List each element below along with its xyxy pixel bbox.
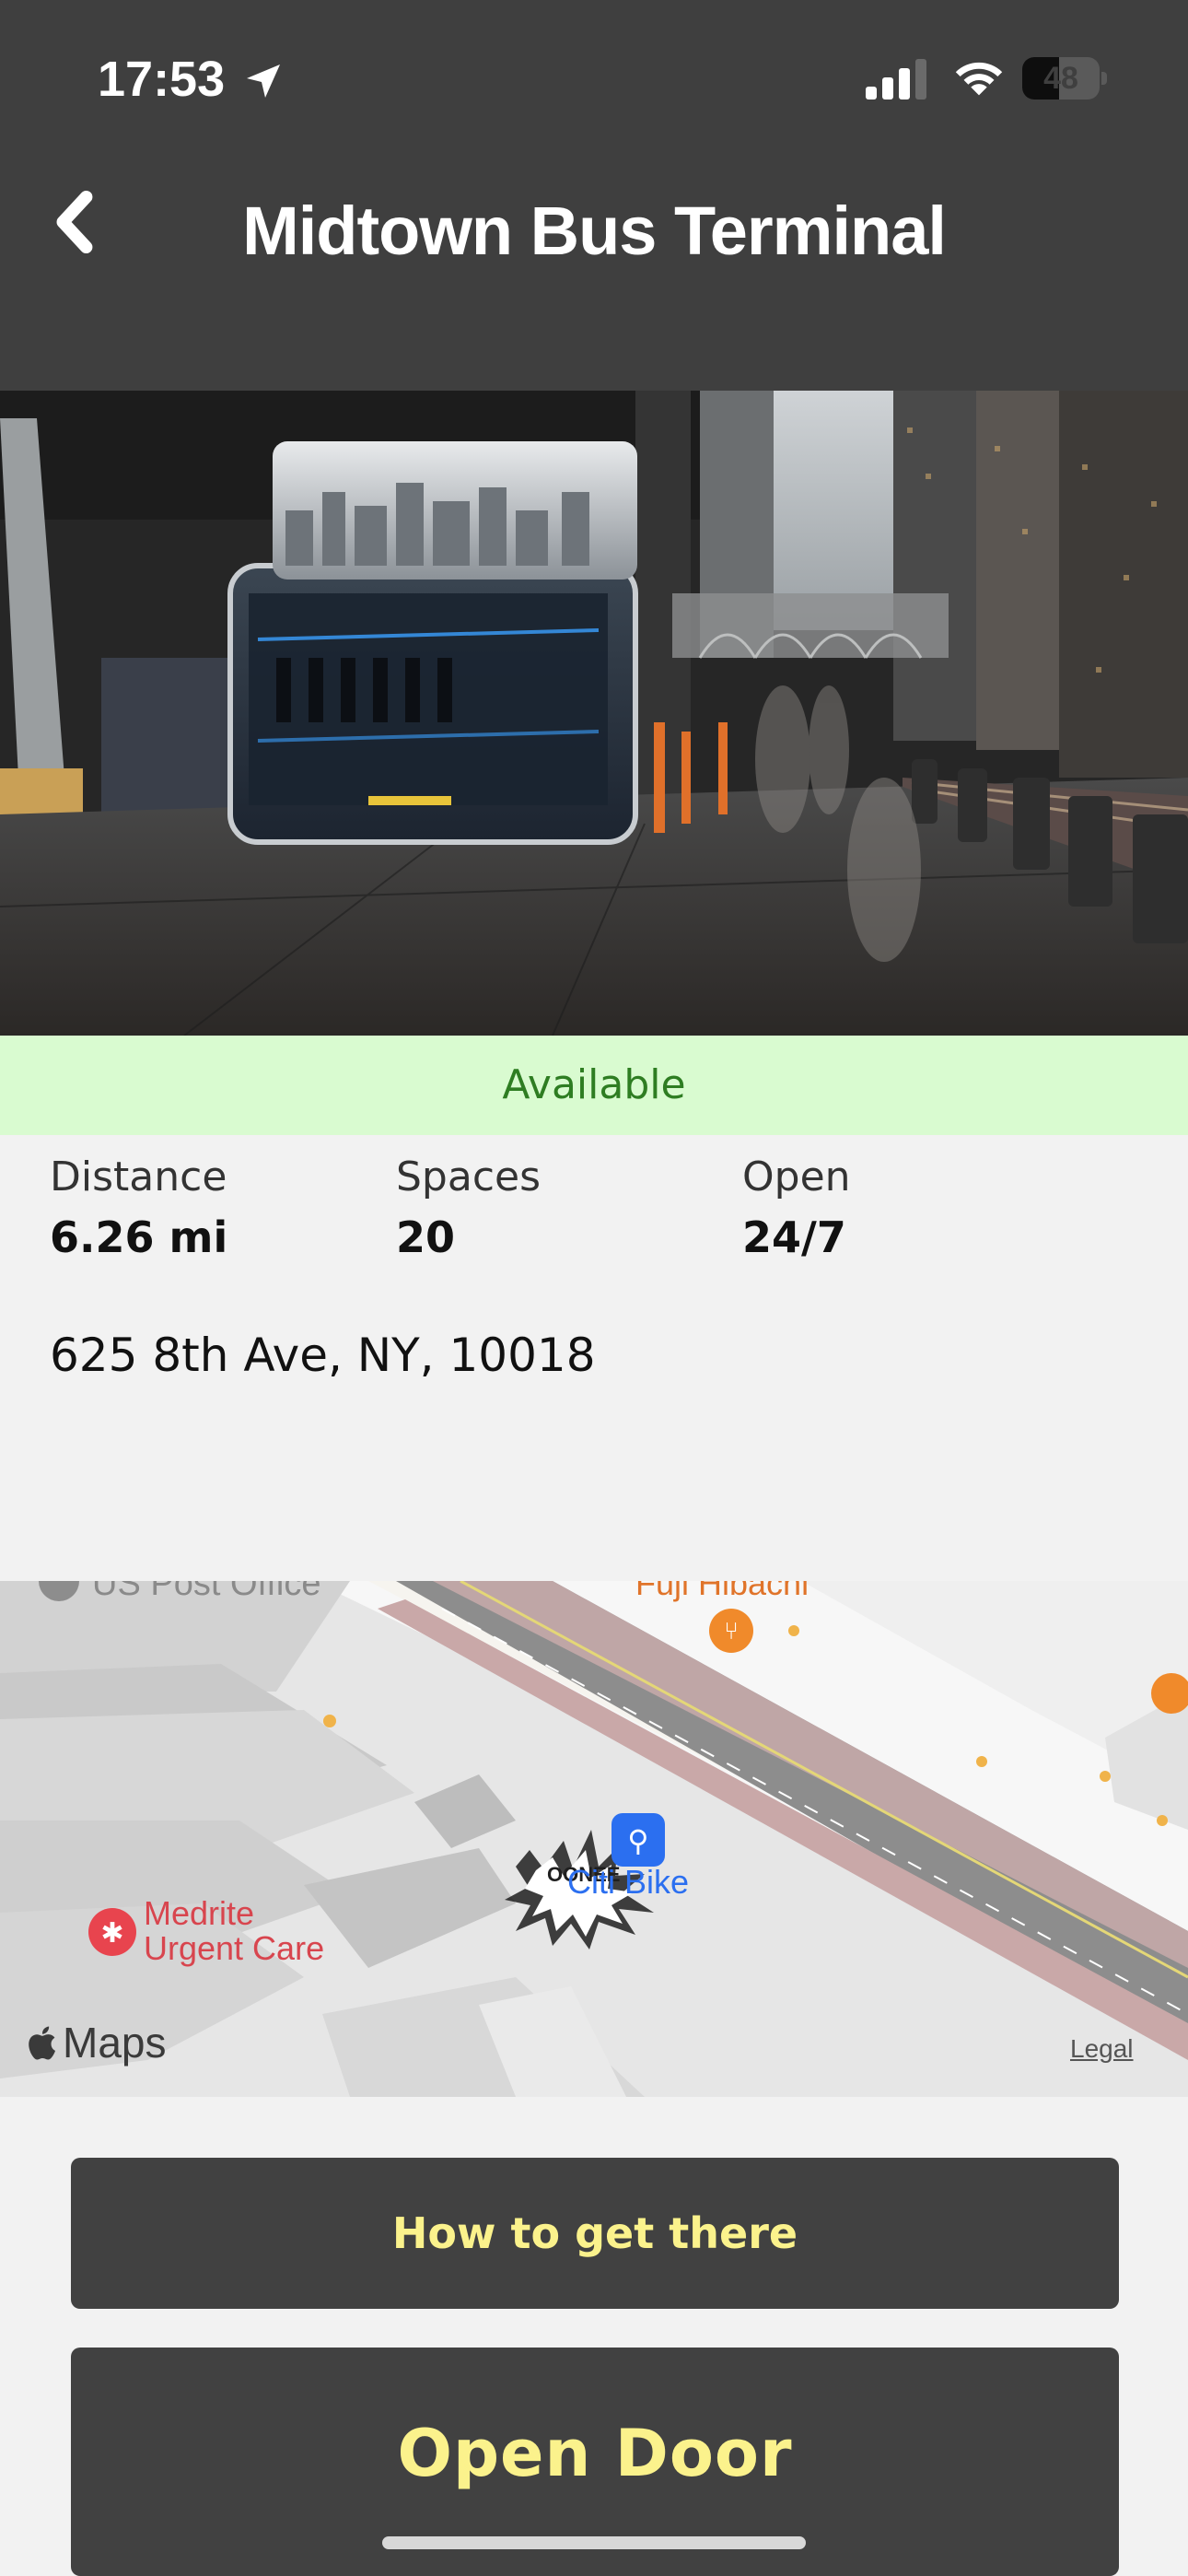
location-map[interactable]: ⑂ ✱ ⚲ US Post Office Fuji Hibachi Medrit…: [0, 1581, 1188, 2097]
spaces-value: 20: [396, 1212, 456, 1262]
spaces-label: Spaces: [396, 1153, 542, 1200]
maps-label: Maps: [63, 2019, 167, 2067]
header-bar: 17:53 48 Midtown Bus Terminal: [0, 0, 1188, 391]
cellular-signal-icon: [866, 59, 926, 100]
hours-label: Open: [742, 1153, 851, 1200]
chevron-left-icon: [56, 190, 93, 254]
address: 625 8th Ave, NY, 10018: [50, 1329, 596, 1382]
location-arrow-icon: [247, 64, 280, 98]
svg-text:⑂: ⑂: [724, 1618, 739, 1645]
maps-attribution[interactable]: Maps: [28, 2018, 166, 2067]
apple-logo-icon: [29, 2026, 55, 2060]
directions-button[interactable]: How to get there: [71, 2158, 1119, 2309]
urgent-care-line1: Medrite: [144, 1894, 255, 1932]
location-photo: [0, 391, 1188, 1036]
map-label-post-office[interactable]: US Post Office: [92, 1581, 321, 1604]
hours-info: Open 24/7: [742, 1150, 1074, 1270]
distance-value: 6.26 mi: [50, 1212, 228, 1262]
map-label-restaurant[interactable]: Fuji Hibachi: [635, 1581, 809, 1603]
status-time: 17:53: [98, 52, 226, 107]
urgent-care-line2: Urgent Care: [144, 1929, 325, 1967]
back-button[interactable]: [28, 181, 120, 263]
battery-icon: 48: [1022, 57, 1107, 100]
svg-text:✱: ✱: [100, 1917, 123, 1950]
map-legal-link[interactable]: Legal: [1070, 2034, 1134, 2064]
distance-label: Distance: [50, 1153, 227, 1200]
distance-info: Distance 6.26 mi: [50, 1150, 381, 1270]
spaces-info: Spaces 20: [396, 1150, 728, 1270]
wifi-icon: [955, 62, 1003, 96]
map-label-bike-station[interactable]: Citi Bike: [567, 1863, 689, 1902]
availability-banner: Available: [0, 1036, 1188, 1135]
map-label-urgent-care[interactable]: Medrite Urgent Care: [144, 1896, 324, 1966]
hours-value: 24/7: [742, 1212, 846, 1262]
svg-text:⚲: ⚲: [627, 1823, 648, 1858]
home-indicator[interactable]: [382, 2536, 806, 2549]
page-title: Midtown Bus Terminal: [242, 193, 947, 269]
battery-level: 48: [1043, 61, 1078, 96]
